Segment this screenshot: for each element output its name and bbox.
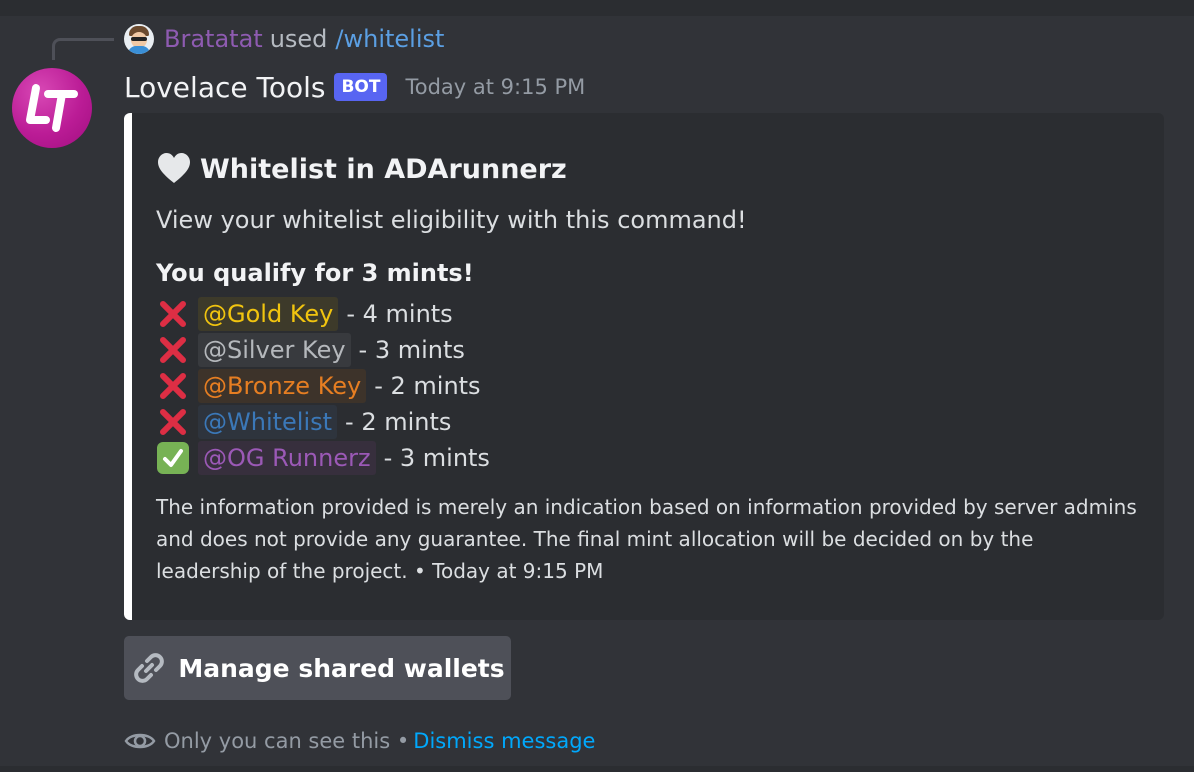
dismiss-message-link[interactable]: Dismiss message	[413, 729, 595, 753]
whitelist-embed: Whitelist in ADArunnerz View your whitel…	[124, 113, 1164, 620]
role-mints: - 3 mints	[358, 336, 465, 364]
role-mints: - 3 mints	[383, 444, 490, 472]
roles-list: @Gold Key - 4 mints @Silver Key - 3 mint…	[156, 296, 490, 476]
role-mention[interactable]: @Silver Key	[198, 333, 351, 367]
ephemeral-notice: Only you can see this • Dismiss message	[124, 724, 595, 758]
cross-mark-icon	[156, 333, 190, 367]
bot-avatar[interactable]	[12, 68, 92, 148]
ephemeral-text: Only you can see this •	[164, 729, 410, 753]
reply-used-text: used	[269, 25, 328, 53]
cross-mark-icon	[156, 405, 190, 439]
lt-logo-icon	[26, 84, 78, 132]
role-row-silver-key: @Silver Key - 3 mints	[156, 332, 490, 368]
link-icon	[134, 653, 165, 683]
top-bar	[0, 0, 1194, 16]
button-label: Manage shared wallets	[178, 653, 505, 683]
role-mints: - 2 mints	[374, 372, 481, 400]
reply-context[interactable]: Bratatat used /whitelist	[124, 22, 444, 56]
message-timestamp[interactable]: Today at 9:15 PM	[405, 75, 585, 99]
role-mention[interactable]: @Gold Key	[198, 297, 339, 331]
embed-title-text: Whitelist in ADArunnerz	[200, 153, 567, 185]
embed-footer: The information provided is merely an in…	[156, 495, 1137, 583]
eye-icon	[124, 733, 156, 749]
check-mark-icon	[156, 441, 190, 475]
cross-mark-icon	[156, 369, 190, 403]
embed-title: Whitelist in ADArunnerz	[156, 151, 567, 187]
role-mention[interactable]: @Whitelist	[198, 405, 338, 439]
reply-spine	[52, 38, 114, 60]
cross-mark-icon	[156, 297, 190, 331]
role-mints: - 4 mints	[346, 300, 453, 328]
bot-username[interactable]: Lovelace Tools	[124, 71, 325, 104]
white-heart-icon	[158, 153, 190, 183]
reply-user-avatar[interactable]	[124, 24, 154, 54]
role-row-gold-key: @Gold Key - 4 mints	[156, 296, 490, 332]
qualify-text: You qualify for 3 mints!	[156, 259, 474, 287]
bottom-bar	[0, 766, 1194, 772]
embed-description: View your whitelist eligibility with thi…	[156, 206, 747, 234]
reply-command[interactable]: /whitelist	[335, 25, 444, 53]
bot-badge: BOT	[334, 73, 388, 101]
role-mints: - 2 mints	[345, 408, 452, 436]
role-mention[interactable]: @Bronze Key	[198, 369, 367, 403]
message-header: Lovelace Tools BOT Today at 9:15 PM	[124, 66, 585, 108]
manage-shared-wallets-button[interactable]: Manage shared wallets	[124, 636, 511, 700]
role-row-bronze-key: @Bronze Key - 2 mints	[156, 368, 490, 404]
role-row-whitelist: @Whitelist - 2 mints	[156, 404, 490, 440]
reply-username[interactable]: Bratatat	[164, 25, 263, 53]
role-mention[interactable]: @OG Runnerz	[198, 441, 376, 475]
role-row-og-runnerz: @OG Runnerz - 3 mints	[156, 440, 490, 476]
